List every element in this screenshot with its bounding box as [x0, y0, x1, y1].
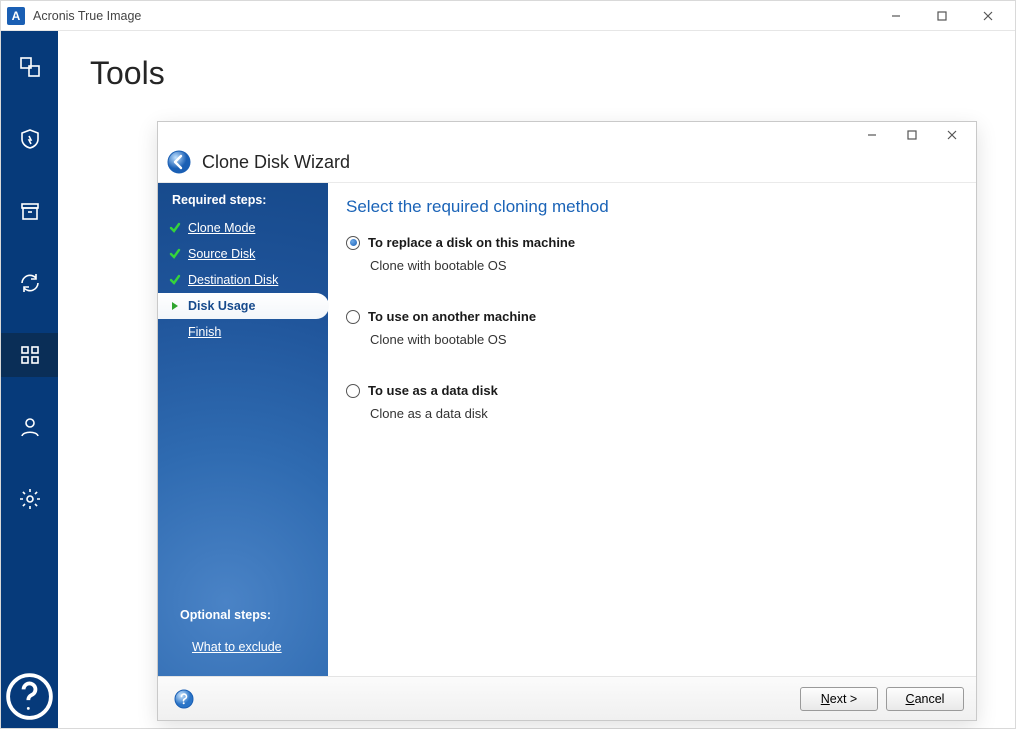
- optional-steps-header: Optional steps:: [158, 598, 271, 628]
- spacer-icon: [168, 325, 182, 339]
- help-icon[interactable]: [174, 689, 194, 709]
- page-title: Tools: [90, 55, 1015, 92]
- radio-icon[interactable]: [346, 236, 360, 250]
- app-title: Acronis True Image: [33, 9, 873, 23]
- check-icon: [168, 273, 182, 287]
- content-area: Tools Clone: [58, 31, 1015, 728]
- wizard-pane: Select the required cloning method To re…: [328, 183, 976, 676]
- clone-disk-wizard: Clone Disk Wizard Required steps: Clone …: [157, 121, 977, 721]
- step-label: Finish: [188, 325, 221, 339]
- radio-icon[interactable]: [346, 310, 360, 324]
- option-title: To replace a disk on this machine: [368, 235, 575, 250]
- app-titlebar: A Acronis True Image: [1, 1, 1015, 31]
- cancel-label: Cancel: [906, 692, 945, 706]
- app-icon: A: [7, 7, 25, 25]
- nav-help[interactable]: [1, 674, 58, 718]
- app-window: A Acronis True Image: [0, 0, 1016, 729]
- wizard-steps-sidebar: Required steps: Clone Mode Source Disk: [158, 183, 328, 676]
- wizard-close-button[interactable]: [932, 122, 972, 148]
- option-title: To use as a data disk: [368, 383, 498, 398]
- step-label: Destination Disk: [188, 273, 278, 287]
- minimize-button[interactable]: [873, 1, 919, 31]
- back-icon[interactable]: [166, 149, 192, 175]
- step-clone-mode[interactable]: Clone Mode: [158, 215, 328, 241]
- option-another-machine[interactable]: To use on another machine Clone with boo…: [346, 309, 958, 347]
- nav-sync[interactable]: [1, 261, 58, 305]
- nav-archive[interactable]: [1, 189, 58, 233]
- check-icon: [168, 247, 182, 261]
- cancel-button[interactable]: Cancel: [886, 687, 964, 711]
- nav-account[interactable]: [1, 405, 58, 449]
- wizard-minimize-button[interactable]: [852, 122, 892, 148]
- next-label: Next >: [821, 692, 857, 706]
- step-source-disk[interactable]: Source Disk: [158, 241, 328, 267]
- pane-heading: Select the required cloning method: [346, 197, 958, 217]
- check-icon: [168, 221, 182, 235]
- wizard-titlebar: [158, 122, 976, 148]
- option-title: To use on another machine: [368, 309, 536, 324]
- maximize-button[interactable]: [919, 1, 965, 31]
- option-replace-disk[interactable]: To replace a disk on this machine Clone …: [346, 235, 958, 273]
- step-finish[interactable]: Finish: [158, 319, 328, 345]
- left-nav: [1, 31, 58, 728]
- nav-protection[interactable]: [1, 117, 58, 161]
- option-subtitle: Clone as a data disk: [370, 406, 958, 421]
- nav-tools[interactable]: [1, 333, 58, 377]
- step-label: Disk Usage: [188, 299, 255, 313]
- radio-icon[interactable]: [346, 384, 360, 398]
- next-button[interactable]: Next >: [800, 687, 878, 711]
- step-label: Clone Mode: [188, 221, 255, 235]
- arrow-right-icon: [168, 299, 182, 313]
- option-subtitle: Clone with bootable OS: [370, 332, 958, 347]
- nav-settings[interactable]: [1, 477, 58, 521]
- wizard-footer: Next > Cancel: [158, 676, 976, 720]
- close-button[interactable]: [965, 1, 1011, 31]
- step-label: Source Disk: [188, 247, 255, 261]
- option-subtitle: Clone with bootable OS: [370, 258, 958, 273]
- nav-backup[interactable]: [1, 45, 58, 89]
- option-data-disk[interactable]: To use as a data disk Clone as a data di…: [346, 383, 958, 421]
- optional-step-what-to-exclude[interactable]: What to exclude: [192, 640, 282, 654]
- wizard-title: Clone Disk Wizard: [202, 152, 350, 173]
- step-destination-disk[interactable]: Destination Disk: [158, 267, 328, 293]
- wizard-maximize-button[interactable]: [892, 122, 932, 148]
- step-disk-usage[interactable]: Disk Usage: [158, 293, 329, 319]
- required-steps-header: Required steps:: [158, 183, 328, 215]
- wizard-header: Clone Disk Wizard: [158, 148, 976, 182]
